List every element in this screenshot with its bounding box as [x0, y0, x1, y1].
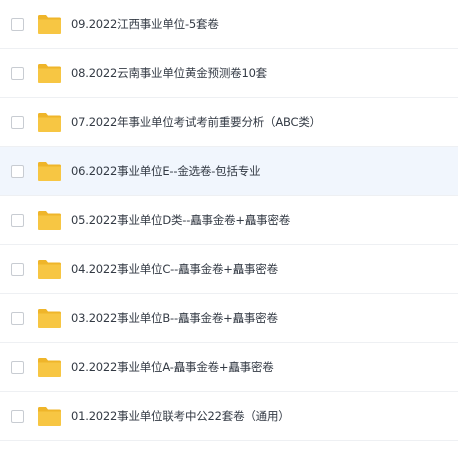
file-name[interactable]: 07.2022年事业单位考试考前重要分析（ABC类） — [71, 114, 321, 130]
file-row[interactable]: 01.2022事业单位联考中公22套卷（通用） — [0, 392, 458, 441]
file-row[interactable]: 04.2022事业单位C--矗事金卷+矗事密卷 — [0, 245, 458, 294]
file-row[interactable]: 06.2022事业单位E--金选卷-包括专业 — [0, 147, 458, 196]
file-name[interactable]: 06.2022事业单位E--金选卷-包括专业 — [71, 163, 261, 179]
file-row[interactable]: 03.2022事业单位B--矗事金卷+矗事密卷 — [0, 294, 458, 343]
select-checkbox[interactable] — [11, 262, 24, 276]
folder-icon — [37, 14, 62, 35]
select-checkbox[interactable] — [11, 164, 24, 178]
folder-icon — [37, 259, 62, 280]
folder-icon — [37, 112, 62, 133]
file-name[interactable]: 08.2022云南事业单位黄金预测卷10套 — [71, 65, 267, 81]
folder-icon — [37, 308, 62, 329]
file-name[interactable]: 01.2022事业单位联考中公22套卷（通用） — [71, 408, 290, 424]
select-checkbox[interactable] — [11, 213, 24, 227]
file-row[interactable]: 05.2022事业单位D类--矗事金卷+矗事密卷 — [0, 196, 458, 245]
select-checkbox[interactable] — [11, 409, 24, 423]
select-checkbox[interactable] — [11, 115, 24, 129]
folder-icon — [37, 63, 62, 84]
folder-icon — [37, 357, 62, 378]
select-checkbox[interactable] — [11, 17, 24, 31]
folder-icon — [37, 161, 62, 182]
file-list: 09.2022江西事业单位-5套卷 08.2022云南事业单位黄金预测卷10套 … — [0, 0, 458, 456]
file-name[interactable]: 04.2022事业单位C--矗事金卷+矗事密卷 — [71, 261, 278, 277]
file-name[interactable]: 05.2022事业单位D类--矗事金卷+矗事密卷 — [71, 212, 290, 228]
select-checkbox[interactable] — [11, 311, 24, 325]
file-name[interactable]: 03.2022事业单位B--矗事金卷+矗事密卷 — [71, 310, 278, 326]
file-name[interactable]: 09.2022江西事业单位-5套卷 — [71, 16, 219, 32]
folder-icon — [37, 406, 62, 427]
select-checkbox[interactable] — [11, 66, 24, 80]
file-name[interactable]: 02.2022事业单位A-矗事金卷+矗事密卷 — [71, 359, 274, 375]
file-row[interactable]: 08.2022云南事业单位黄金预测卷10套 — [0, 49, 458, 98]
file-row[interactable]: 09.2022江西事业单位-5套卷 — [0, 0, 458, 49]
file-row[interactable]: 07.2022年事业单位考试考前重要分析（ABC类） — [0, 98, 458, 147]
select-checkbox[interactable] — [11, 360, 24, 374]
folder-icon — [37, 210, 62, 231]
file-row[interactable]: 02.2022事业单位A-矗事金卷+矗事密卷 — [0, 343, 458, 392]
